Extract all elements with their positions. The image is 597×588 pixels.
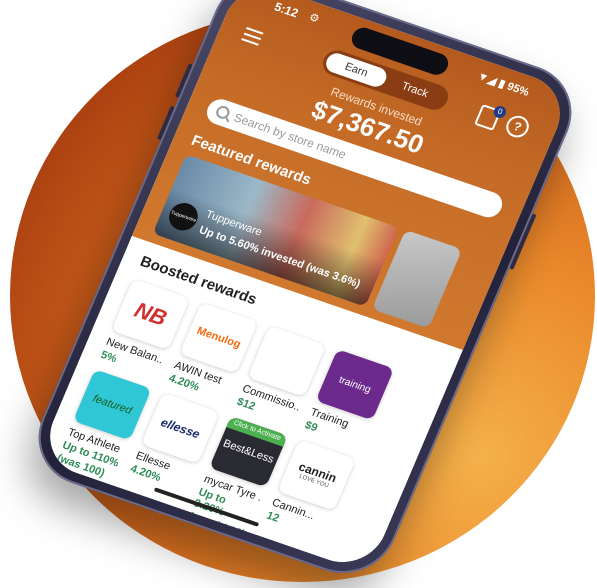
receipt-icon[interactable]: 0 [474, 104, 508, 131]
blank-logo [247, 325, 327, 397]
phone-screen: 5:12 ⚙ ▼◢ ▮ 95% Earn Track 0 ? Rewards i… [37, 0, 573, 574]
volume-down-button [156, 105, 175, 141]
battery-level: 95% [505, 80, 531, 99]
phone-mockup: 5:12 ⚙ ▼◢ ▮ 95% Earn Track 0 ? Rewards i… [22, 0, 588, 588]
best-and-less-logo: Click to Activate Best&Less [209, 416, 288, 488]
new-balance-logo: NB [111, 278, 190, 350]
menulog-logo: Menulog [179, 302, 259, 374]
search-icon [214, 104, 232, 121]
featured-logo: featured [72, 369, 152, 441]
status-time: 5:12 [272, 0, 301, 21]
ellesse-logo: ellesse [141, 392, 220, 464]
volume-up-button [174, 63, 193, 98]
phone-mockup-scene: 5:12 ⚙ ▼◢ ▮ 95% Earn Track 0 ? Rewards i… [0, 0, 597, 588]
status-right: ▼◢ ▮ 95% [475, 70, 531, 99]
training-logo: training [315, 349, 395, 421]
cannings-logo: cannin LOVE YOU [277, 439, 356, 511]
notification-badge: 0 [491, 104, 508, 120]
help-icon[interactable]: ? [502, 112, 533, 141]
settings-status-icon: ⚙ [307, 11, 322, 26]
hamburger-menu-icon[interactable] [240, 23, 266, 49]
